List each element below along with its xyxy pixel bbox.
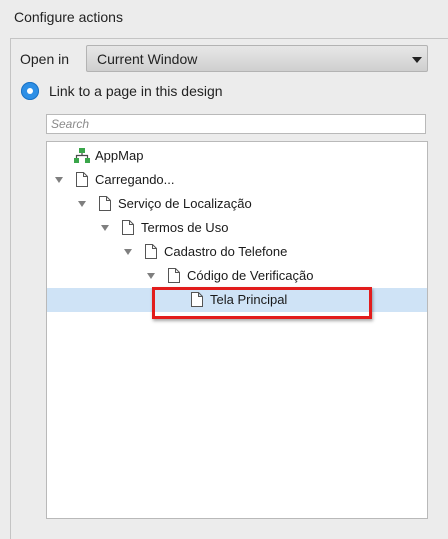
open-in-dropdown[interactable]: Current Window: [86, 45, 428, 72]
tree-node-label: Carregando...: [95, 172, 175, 187]
tree-node-label: Termos de Uso: [141, 220, 229, 235]
tree-row[interactable]: AppMap: [47, 144, 427, 168]
expand-toggle-icon[interactable]: [124, 249, 132, 255]
page-icon: [168, 268, 180, 283]
page-icon: [76, 172, 88, 187]
page-icon: [122, 220, 134, 235]
tree-row[interactable]: Carregando...: [47, 168, 427, 192]
callout-highlight-box: [152, 287, 372, 319]
page-icon: [145, 244, 157, 259]
chevron-down-icon: [412, 57, 422, 63]
tree-node-label: Código de Verificação: [187, 268, 314, 283]
open-in-label: Open in: [20, 51, 70, 67]
expand-toggle-icon[interactable]: [101, 225, 109, 231]
link-page-radio-label[interactable]: Link to a page in this design: [49, 83, 223, 99]
expand-toggle-icon[interactable]: [55, 177, 63, 183]
search-input[interactable]: [46, 114, 426, 134]
tree-node-label: Serviço de Localização: [118, 196, 252, 211]
tree-row[interactable]: Código de Verificação: [47, 264, 427, 288]
expand-toggle-icon[interactable]: [147, 273, 155, 279]
tree-node-label: Cadastro do Telefone: [164, 244, 288, 259]
tree-node-label: AppMap: [95, 148, 144, 163]
page-icon: [99, 196, 111, 211]
tree-row[interactable]: Serviço de Localização: [47, 192, 427, 216]
page-tree[interactable]: AppMap Carregando... Serviço de Localizaçã…: [46, 141, 428, 519]
tree-row[interactable]: Termos de Uso: [47, 216, 427, 240]
open-in-selected-value: Current Window: [97, 51, 198, 67]
link-page-radio[interactable]: [21, 82, 39, 100]
tree-row[interactable]: Cadastro do Telefone: [47, 240, 427, 264]
panel-title: Configure actions: [14, 9, 123, 25]
expand-toggle-icon[interactable]: [78, 201, 86, 207]
sitemap-icon: [74, 148, 90, 163]
